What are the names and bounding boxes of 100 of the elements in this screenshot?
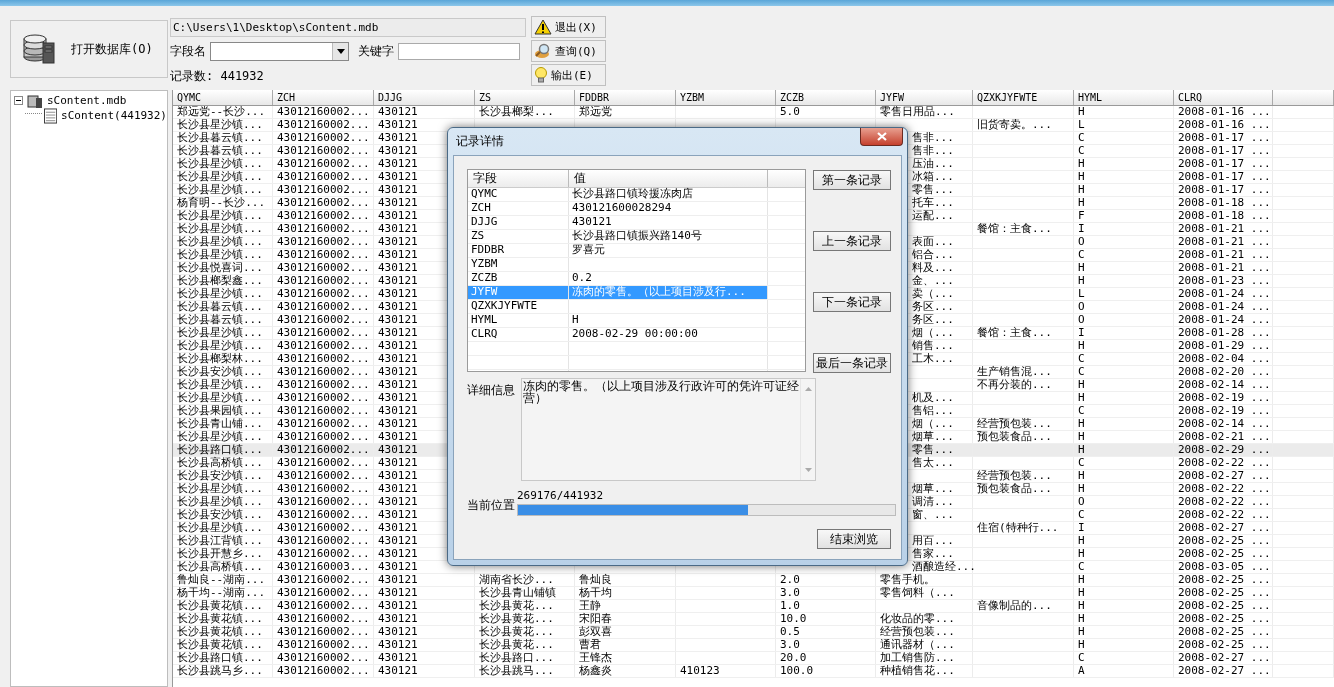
close-button[interactable] — [860, 128, 903, 146]
column-header[interactable]: ZS — [475, 90, 575, 105]
column-header[interactable]: HYML — [1074, 90, 1174, 105]
field-value: 长沙县路口镇玲援冻肉店 — [572, 187, 693, 200]
table-cell: C — [1078, 365, 1085, 378]
table-cell: 长沙县黄花... — [479, 612, 554, 625]
table-cell: 43012160002... — [277, 222, 370, 235]
detail-label: 详细信息 — [467, 382, 516, 399]
table-cell: 长沙县青山铺镇 — [479, 586, 556, 599]
table-cell: 加工销售防... — [880, 651, 955, 664]
navigation-button[interactable]: 第一条记录 — [813, 170, 891, 190]
column-header[interactable]: FDDBR — [575, 90, 676, 105]
table-cell: 长沙县黄花... — [479, 625, 554, 638]
table-cell: 43012160002... — [277, 105, 370, 118]
table-cell: 430121 — [378, 144, 418, 157]
tree-item[interactable]: sContent(441932) — [59, 109, 167, 122]
table-cell: 务区... — [912, 300, 954, 313]
table-cell: H — [1078, 599, 1085, 612]
navigation-button[interactable]: 最后一条记录 — [813, 353, 891, 373]
table-cell: 2008-02-22 ... — [1178, 482, 1271, 495]
column-header[interactable]: DJJG — [374, 90, 475, 105]
table-cell: 2008-01-17 ... — [1178, 183, 1271, 196]
table-cell: 43012160002... — [277, 118, 370, 131]
field-name: FDDBR — [471, 243, 505, 256]
open-database-button[interactable]: 打开数据库(O) — [10, 20, 168, 78]
table-cell: 430121 — [378, 170, 418, 183]
table-cell: H — [1078, 612, 1085, 625]
navigation-button[interactable]: 上一条记录 — [813, 231, 891, 251]
table-cell: 长沙县黄花镇... — [177, 612, 263, 625]
table-cell: 宋阳春 — [579, 612, 612, 625]
column-header[interactable]: QZXKJYFWTE — [973, 90, 1074, 105]
table-cell: 2008-01-24 ... — [1178, 313, 1271, 326]
table-cell: 长沙县星沙镇... — [177, 235, 263, 248]
column-header[interactable]: JYFW — [876, 90, 973, 105]
column-header[interactable]: CLRQ — [1174, 90, 1273, 105]
table-cell: 窗、... — [912, 508, 954, 521]
table-cell: 43012160002... — [277, 183, 370, 196]
exit-button[interactable]: 退出(X) — [531, 16, 606, 38]
path-field[interactable]: C:\Users\1\Desktop\sContent.mdb — [170, 18, 526, 37]
table-cell: 430121 — [378, 235, 418, 248]
table-cell: H — [1078, 105, 1085, 118]
table-cell: 430121 — [378, 573, 418, 586]
table-cell: H — [1078, 625, 1085, 638]
table-cell: 表面... — [912, 235, 954, 248]
table-cell: 工木... — [912, 352, 954, 365]
table-cell: 长沙县星沙镇... — [177, 222, 263, 235]
column-header[interactable]: QYMC — [173, 90, 273, 105]
navigation-button[interactable]: 下一条记录 — [813, 292, 891, 312]
keyword-field[interactable] — [398, 43, 520, 60]
table-cell: 43012160002... — [277, 170, 370, 183]
column-header[interactable]: ZCH — [273, 90, 374, 105]
export-button[interactable]: 输出(E) — [531, 64, 606, 86]
table-cell: 王锋杰 — [579, 651, 612, 664]
table-cell: 43012160003... — [277, 560, 370, 573]
table-cell: 长沙县高桥镇... — [177, 456, 263, 469]
table-cell: O — [1078, 313, 1085, 326]
table-cell: O — [1078, 300, 1085, 313]
table-cell: O — [1078, 235, 1085, 248]
table-cell: 43012160002... — [277, 391, 370, 404]
table-cell: 2008-02-21 ... — [1178, 430, 1271, 443]
table-cell: C — [1078, 456, 1085, 469]
table-cell: 43012160002... — [277, 534, 370, 547]
table-cell: 43012160002... — [277, 547, 370, 560]
table-cell: 43012160002... — [277, 482, 370, 495]
table-cell: 430121 — [378, 300, 418, 313]
column-header[interactable]: 值 — [569, 170, 768, 187]
field-dropdown[interactable] — [210, 42, 349, 61]
table-cell: 43012160002... — [277, 352, 370, 365]
table-cell: 2008-02-25 ... — [1178, 625, 1271, 638]
table-cell: 43012160002... — [277, 612, 370, 625]
field-name: ZCZB — [471, 271, 498, 284]
field-name: QYMC — [471, 187, 498, 200]
table-cell: 2008-02-27 ... — [1178, 664, 1271, 677]
field-name: DJJG — [471, 215, 498, 228]
collapse-icon[interactable] — [14, 96, 23, 105]
end-browse-button[interactable]: 结束浏览 — [817, 529, 891, 549]
table-cell: 43012160002... — [277, 300, 370, 313]
table-cell: 2008-02-27 ... — [1178, 469, 1271, 482]
table-cell: 长沙县路口镇... — [177, 443, 263, 456]
column-header[interactable]: ZCZB — [776, 90, 876, 105]
column-header[interactable]: 字段 — [468, 170, 569, 187]
scrollbar[interactable] — [800, 379, 815, 480]
table-cell: 长沙县黄花镇... — [177, 599, 263, 612]
field-value: 长沙县路口镇振兴路140号 — [572, 229, 702, 242]
table-cell: 杨干均 — [579, 586, 612, 599]
table-cell: 1.0 — [780, 599, 800, 612]
query-button[interactable]: 查询(Q) — [531, 40, 606, 62]
table-cell: 430121 — [378, 534, 418, 547]
field-value: 2008-02-29 00:00:00 — [572, 327, 698, 340]
tree-item[interactable]: sContent.mdb — [45, 94, 127, 107]
column-header[interactable]: YZBM — [676, 90, 776, 105]
detail-text-area[interactable]: 冻肉的零售。（以上项目涉及行政许可的凭许可证经营） — [521, 378, 816, 481]
table-cell: 2008-02-22 ... — [1178, 508, 1271, 521]
table-cell: C — [1078, 248, 1085, 261]
table-cell: 430121 — [378, 651, 418, 664]
table-cell: 长沙县星沙镇... — [177, 183, 263, 196]
table-cell: 2008-02-25 ... — [1178, 547, 1271, 560]
table-cell: 烟草... — [912, 430, 954, 443]
table-cell: 冰箱... — [912, 170, 954, 183]
table-cell: 彭双喜 — [579, 625, 612, 638]
